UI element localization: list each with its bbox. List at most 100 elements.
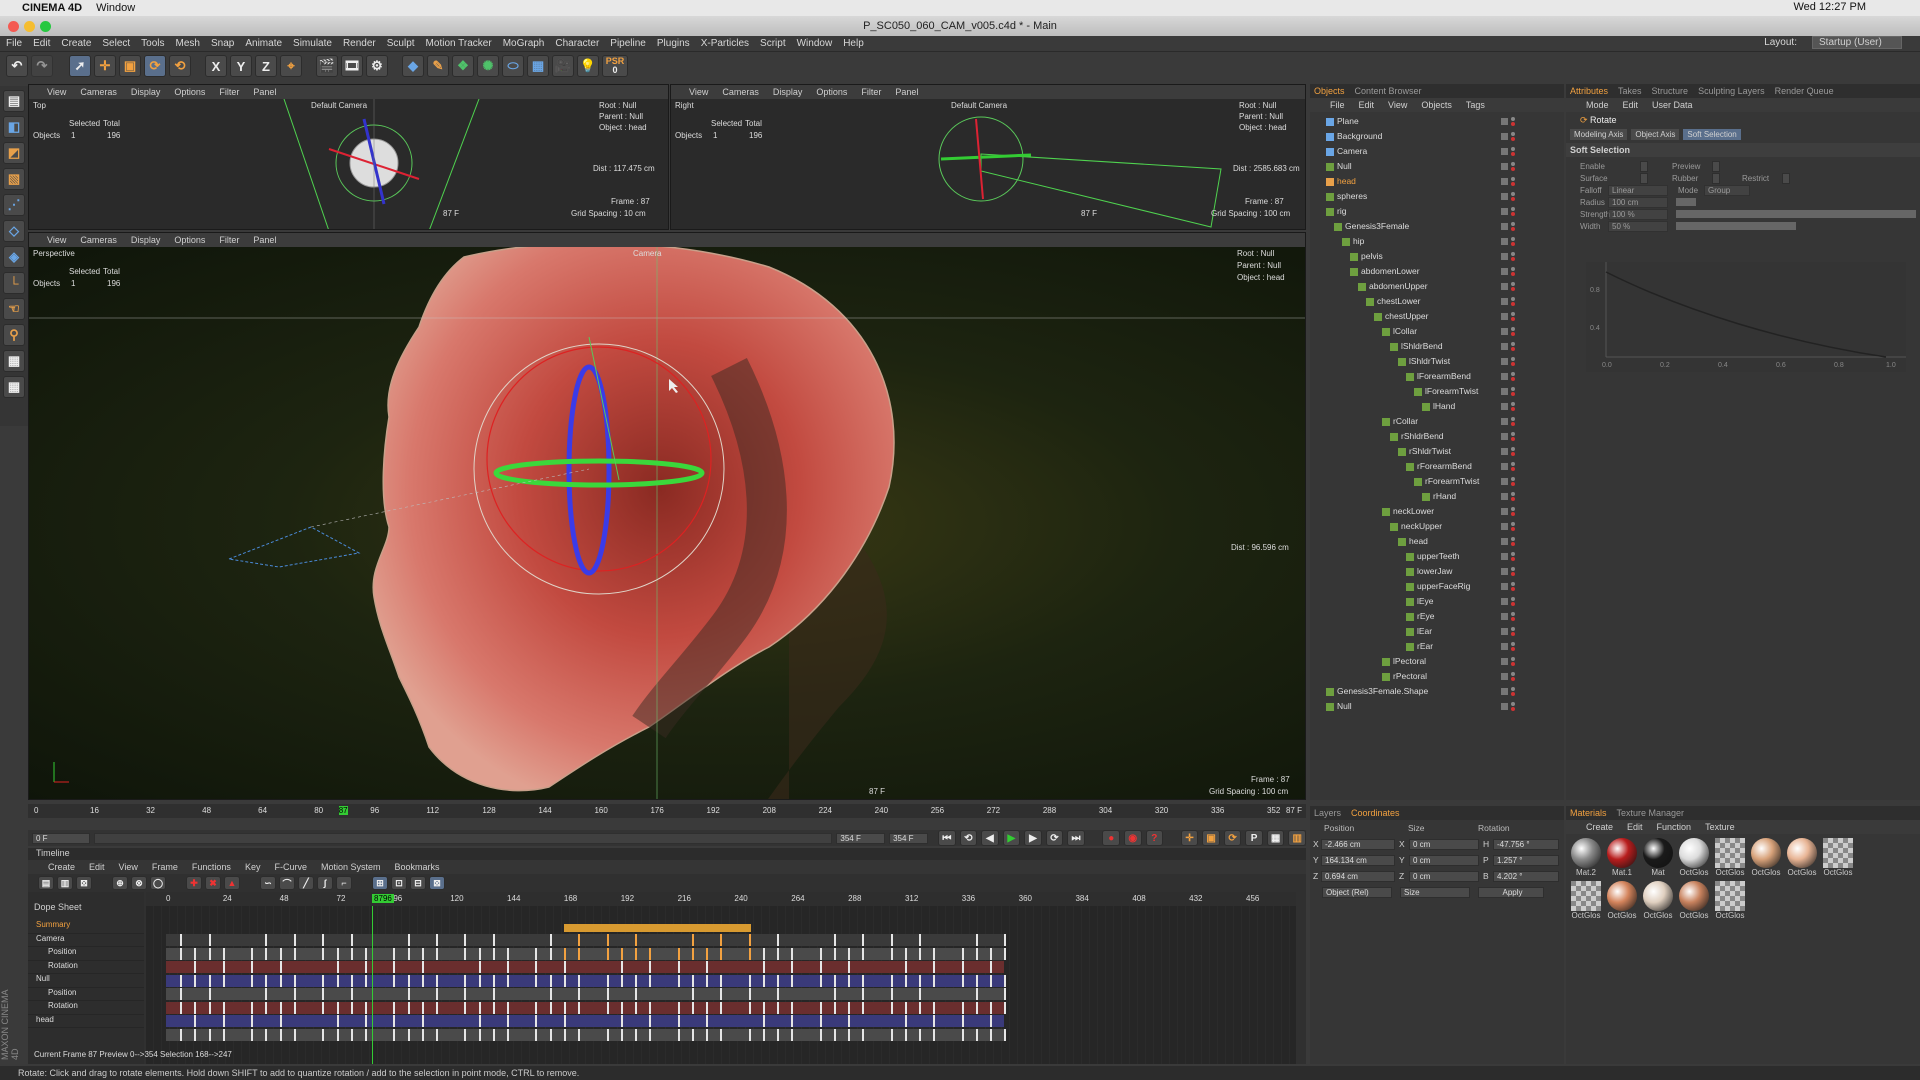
editor-dot-icon[interactable] xyxy=(1511,357,1515,361)
keyframe[interactable] xyxy=(578,1001,581,1014)
object-row[interactable]: Null xyxy=(1316,699,1556,714)
keyframe[interactable] xyxy=(208,1001,211,1014)
vp-menu-display[interactable]: Display xyxy=(773,87,803,97)
keyframe[interactable] xyxy=(436,1028,438,1041)
material-swatch[interactable]: OctGlos xyxy=(1606,881,1638,920)
menu-sculpt[interactable]: Sculpt xyxy=(387,38,415,49)
keyframe[interactable] xyxy=(549,988,552,1000)
object-row[interactable]: rPectoral xyxy=(1316,669,1556,684)
keyframe[interactable] xyxy=(393,947,396,960)
menu-pipeline[interactable]: Pipeline xyxy=(610,38,646,49)
editor-dot-icon[interactable] xyxy=(1511,522,1515,526)
visibility-icon[interactable] xyxy=(1501,133,1508,140)
menu-snap[interactable]: Snap xyxy=(211,38,234,49)
keyframe[interactable] xyxy=(549,947,552,960)
keyframe[interactable] xyxy=(777,988,780,1000)
keyframe[interactable] xyxy=(620,1015,623,1027)
editor-dot-icon[interactable] xyxy=(1511,117,1515,121)
keyframe[interactable] xyxy=(251,947,254,960)
editor-dot-icon[interactable] xyxy=(1511,192,1515,196)
menu-animate[interactable]: Animate xyxy=(245,38,282,49)
visibility-icon[interactable] xyxy=(1501,463,1508,470)
attr-menu-edit[interactable]: Edit xyxy=(1623,100,1639,110)
keyframe[interactable] xyxy=(293,947,296,960)
render-dot-icon[interactable] xyxy=(1511,587,1515,591)
keyframe[interactable] xyxy=(407,947,410,960)
keyframe[interactable] xyxy=(208,988,211,1000)
visibility-icon[interactable] xyxy=(1501,148,1508,155)
attr-subtab-object-axis[interactable]: Object Axis xyxy=(1631,129,1680,140)
render-dot-icon[interactable] xyxy=(1511,647,1515,651)
visibility-icon[interactable] xyxy=(1501,478,1508,485)
keyframe[interactable] xyxy=(620,974,623,987)
tl-menu-functions[interactable]: Functions xyxy=(192,862,231,872)
object-row[interactable]: rForearmTwist xyxy=(1316,474,1556,489)
keyframe[interactable] xyxy=(464,934,467,946)
keyframe[interactable] xyxy=(919,974,922,987)
rot-b-field[interactable]: 4.202 ° xyxy=(1493,870,1559,882)
visibility-icon[interactable] xyxy=(1501,418,1508,425)
keyframe[interactable] xyxy=(322,934,325,946)
visibility-icon[interactable] xyxy=(1501,343,1508,350)
render-dot-icon[interactable] xyxy=(1511,227,1515,231)
keyframe[interactable] xyxy=(961,1028,964,1041)
keyframe[interactable] xyxy=(563,974,566,987)
keyframe[interactable] xyxy=(194,1001,197,1014)
render-dot-icon[interactable] xyxy=(1511,692,1515,696)
frame-ruler[interactable]: 0 16 32 48 64 80 87 96 112 128 144 160 176 192 208 224 2… xyxy=(28,804,1306,818)
keyframe[interactable] xyxy=(1004,988,1007,1000)
object-row[interactable]: upperFaceRig xyxy=(1316,579,1556,594)
visibility-icon[interactable] xyxy=(1501,703,1508,710)
keyframe[interactable] xyxy=(720,1028,723,1041)
restrict-checkbox[interactable] xyxy=(1782,172,1790,184)
keyframe[interactable] xyxy=(336,947,339,960)
render-dot-icon[interactable] xyxy=(1511,542,1515,546)
y-axis-icon[interactable]: Y xyxy=(230,55,252,77)
visibility-icon[interactable] xyxy=(1501,613,1508,620)
menu-select[interactable]: Select xyxy=(102,38,130,49)
keyframe[interactable] xyxy=(720,934,723,946)
tl-curve-icon[interactable]: ∫ xyxy=(317,876,333,890)
object-row[interactable]: lowerJaw xyxy=(1316,564,1556,579)
track-row[interactable]: Position xyxy=(28,947,144,961)
keyframe[interactable] xyxy=(819,974,822,987)
editor-dot-icon[interactable] xyxy=(1511,612,1515,616)
keyframe[interactable] xyxy=(421,961,424,973)
keyframe[interactable] xyxy=(279,1028,282,1041)
material-swatch[interactable]: OctGlos xyxy=(1642,881,1674,920)
keyframe[interactable] xyxy=(464,988,467,1000)
keyframe[interactable] xyxy=(336,1015,339,1027)
keyframe[interactable] xyxy=(549,1028,552,1041)
editor-dot-icon[interactable] xyxy=(1511,207,1515,211)
menu-help[interactable]: Help xyxy=(843,38,864,49)
keyframe[interactable] xyxy=(194,1015,197,1027)
keyframe[interactable] xyxy=(364,1015,367,1027)
keyframe[interactable] xyxy=(535,947,538,960)
keyframe[interactable] xyxy=(364,1028,367,1041)
key-pla-icon[interactable]: ▦ xyxy=(1266,830,1285,846)
keyframe[interactable] xyxy=(407,974,410,987)
track-row[interactable]: Null xyxy=(28,974,144,988)
keyframe[interactable] xyxy=(251,974,254,987)
tl-curve-icon[interactable]: ⌐ xyxy=(336,876,352,890)
object-row[interactable]: Null xyxy=(1316,159,1556,174)
keyframe[interactable] xyxy=(393,1001,396,1014)
editor-dot-icon[interactable] xyxy=(1511,672,1515,676)
cube-icon[interactable]: ◆ xyxy=(402,55,424,77)
render-dot-icon[interactable] xyxy=(1511,527,1515,531)
keyframe[interactable] xyxy=(549,974,552,987)
object-row[interactable]: lForearmTwist xyxy=(1316,384,1556,399)
mat-menu-create[interactable]: Create xyxy=(1586,822,1613,832)
selection-range[interactable] xyxy=(563,924,751,932)
render-dot-icon[interactable] xyxy=(1511,467,1515,471)
mat-menu-texture[interactable]: Texture xyxy=(1705,822,1735,832)
keyframe[interactable] xyxy=(677,974,680,987)
keyframe[interactable] xyxy=(833,1028,836,1041)
render-dot-icon[interactable] xyxy=(1511,617,1515,621)
array-icon[interactable]: ✺ xyxy=(477,55,499,77)
menu-window[interactable]: Window xyxy=(797,38,833,49)
keyframe[interactable] xyxy=(507,1028,510,1041)
editor-dot-icon[interactable] xyxy=(1511,237,1515,241)
keyframe[interactable] xyxy=(634,974,637,987)
keyframe[interactable] xyxy=(364,1001,367,1014)
